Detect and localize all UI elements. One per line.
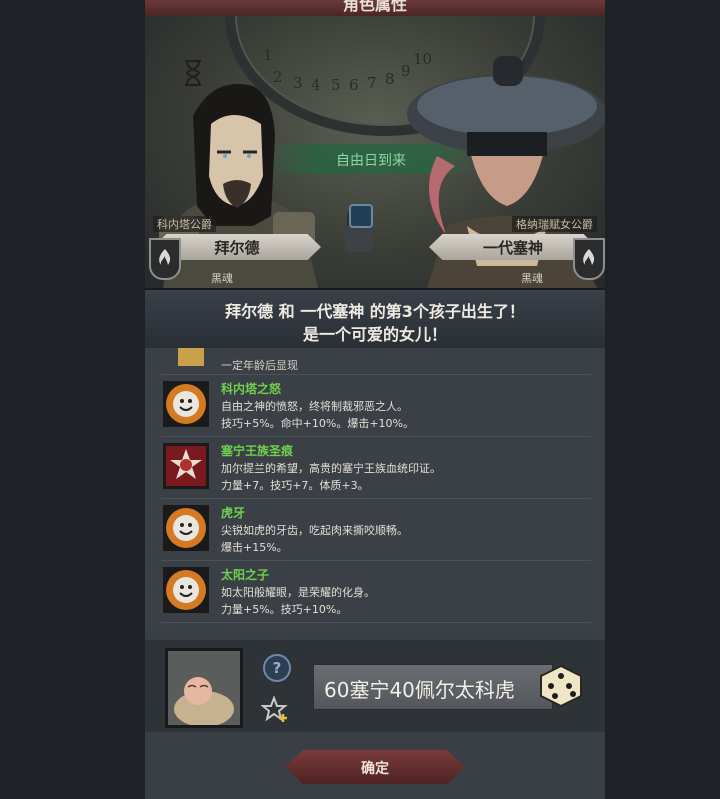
hidden-trait-note: 一定年龄后显现: [221, 359, 298, 372]
father-title: 科内塔公爵: [153, 216, 216, 232]
baby-avatar: [165, 648, 243, 728]
mother-name: 一代塞神: [482, 239, 543, 257]
baby-name-field[interactable]: 60塞宁40佩尔太科虎: [313, 664, 553, 710]
father-crest-icon: [149, 238, 181, 280]
baby-info-bar: ? 60塞宁40佩尔太科虎: [145, 640, 605, 732]
trait-name: 科内塔之怒: [221, 382, 282, 396]
announcement-line-1: 拜尔德 和 一代塞神 的第3个孩子出生了！: [225, 302, 525, 321]
game-panel: 角色属性 1 2 3 4 5 6 7 8 9 10 自由日到来 科内塔公爵 格纳…: [145, 0, 605, 799]
dial-number: 6: [349, 76, 359, 94]
list-item[interactable]: 太阳之子如太阳般耀眼，是荣耀的化身。 力量+5%。技巧+10%。: [161, 560, 591, 623]
trait-name: 虎牙: [221, 506, 246, 520]
dial-number: 5: [331, 76, 341, 94]
birth-scene: 1 2 3 4 5 6 7 8 9 10 自由日到来 科内塔公爵 格纳瑞赋女公爵…: [145, 16, 605, 288]
shield-icon: [349, 204, 373, 228]
trait-stats: 力量+5%。技巧+10%。: [221, 603, 348, 616]
baby-name: 60塞宁40佩尔太科虎: [324, 678, 515, 702]
sun-face-icon: [163, 381, 209, 427]
trait-stats: 技巧+5%。命中+10%。爆击+10%。: [221, 417, 414, 430]
list-item: 一定年龄后显现: [161, 348, 591, 375]
sun-face-icon: [163, 567, 209, 613]
list-item[interactable]: 塞宁王族圣痕加尔提兰的希望，高贵的塞宁王族血统印证。 力量+7。技巧+7。体质+3…: [161, 436, 591, 499]
trait-description: 尖锐如虎的牙齿，吃起肉来撕咬顺畅。: [221, 524, 408, 537]
sun-face-icon: [163, 505, 209, 551]
royal-sigil-icon: [163, 443, 209, 489]
dice-icon[interactable]: [539, 664, 583, 708]
mother-soul: 黑魂: [521, 272, 543, 285]
confirm-button[interactable]: 确定: [285, 750, 465, 784]
dial-number: 1: [263, 46, 273, 64]
trait-stats: 力量+7。技巧+7。体质+3。: [221, 479, 369, 492]
trait-name: 太阳之子: [221, 568, 270, 582]
list-item[interactable]: 虎牙尖锐如虎的牙齿，吃起肉来撕咬顺畅。 爆击+15%。: [161, 498, 591, 561]
trait-description: 加尔提兰的希望，高贵的塞宁王族血统印证。: [221, 462, 441, 475]
help-button[interactable]: ?: [263, 654, 291, 682]
hourglass-icon: [178, 348, 204, 366]
father-soul: 黑魂: [211, 272, 233, 285]
favorite-star-icon[interactable]: [261, 696, 291, 724]
trait-description: 如太阳般耀眼，是荣耀的化身。: [221, 586, 375, 599]
trait-stats: 爆击+15%。: [221, 541, 288, 554]
trait-list[interactable]: 一定年龄后显现 科内塔之怒自由之神的愤怒，终将制裁邪恶之人。 技巧+5%。命中+1…: [145, 348, 605, 634]
trait-name: 塞宁王族圣痕: [221, 444, 294, 458]
mother-title: 格纳瑞赋女公爵: [512, 216, 597, 232]
mother-crest-icon: [573, 238, 605, 280]
mother-name-plate: 一代塞神: [429, 234, 597, 260]
confirm-label: 确定: [361, 761, 389, 777]
trait-description: 自由之神的愤怒，终将制裁邪恶之人。: [221, 400, 408, 413]
dial-number: 8: [385, 70, 395, 88]
dial-number: 7: [367, 74, 377, 92]
birth-announcement: 拜尔德 和 一代塞神 的第3个孩子出生了！ 是一个可爱的女儿！: [145, 288, 605, 350]
announcement-line-2: 是一个可爱的女儿！: [302, 325, 447, 344]
list-item[interactable]: 科内塔之怒自由之神的愤怒，终将制裁邪恶之人。 技巧+5%。命中+10%。爆击+10…: [161, 374, 591, 437]
title-bar: 角色属性: [145, 0, 605, 17]
page-title: 角色属性: [342, 0, 407, 14]
